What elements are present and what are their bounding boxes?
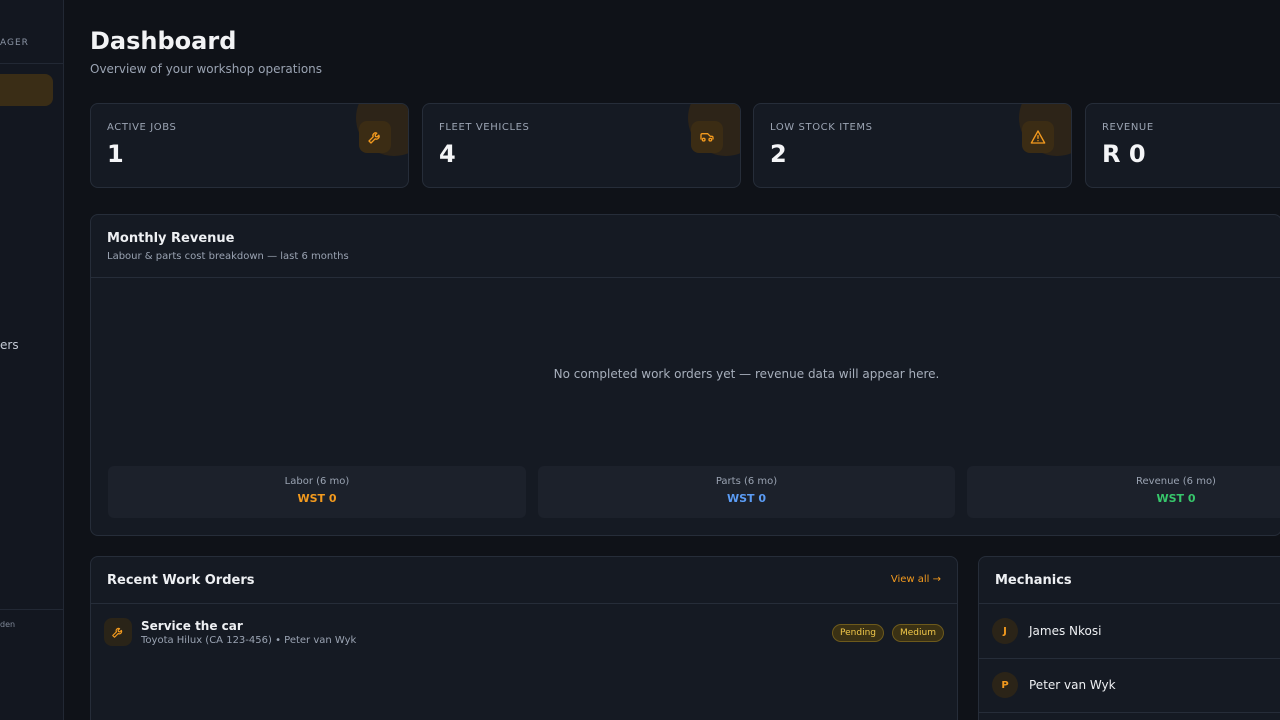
revenue-summary: Revenue (6 mo) WST 0: [967, 466, 1280, 518]
stat-card-active-jobs[interactable]: ACTIVE JOBS 1: [90, 103, 409, 188]
mechanics-title: Mechanics: [995, 573, 1072, 588]
recent-work-orders-title: Recent Work Orders: [107, 573, 255, 588]
warning-icon: [1022, 121, 1054, 153]
priority-badge: Medium: [892, 624, 944, 642]
mechanic-name: Peter van Wyk: [1029, 678, 1116, 692]
mechanic-row[interactable]: J James Nkosi: [979, 604, 1280, 658]
stat-label: LOW STOCK ITEMS: [770, 122, 873, 133]
mechanic-name: James Nkosi: [1029, 624, 1102, 638]
stat-label: REVENUE: [1102, 122, 1154, 133]
summary-label: Labor (6 mo): [284, 476, 350, 487]
sidebar-brand: AGER: [0, 38, 29, 48]
truck-icon: [691, 121, 723, 153]
parts-summary: Parts (6 mo) WST 0: [538, 466, 955, 518]
page-subtitle: Overview of your workshop operations: [90, 62, 323, 76]
page-title: Dashboard: [90, 27, 237, 55]
stat-card-fleet-vehicles[interactable]: FLEET VEHICLES 4: [422, 103, 741, 188]
monthly-revenue-title: Monthly Revenue: [107, 231, 235, 246]
stat-value: 1: [107, 140, 124, 168]
work-order-meta: Toyota Hilux (CA 123-456) • Peter van Wy…: [141, 635, 357, 646]
mechanic-row[interactable]: P Peter van Wyk: [979, 658, 1280, 712]
stat-value: R 0: [1102, 140, 1146, 168]
status-badge: Pending: [832, 624, 884, 642]
stat-value: 2: [770, 140, 787, 168]
wrench-icon: [359, 121, 391, 153]
avatar: J: [992, 618, 1018, 644]
sidebar-divider: [0, 609, 63, 610]
summary-label: Revenue (6 mo): [1136, 476, 1216, 487]
summary-value: WST 0: [1156, 492, 1196, 505]
recent-work-orders-card: Recent Work Orders View all → Service th…: [90, 556, 958, 720]
revenue-empty-message: No completed work orders yet — revenue d…: [553, 367, 940, 381]
summary-value: WST 0: [726, 492, 767, 505]
monthly-revenue-card: Monthly Revenue Labour & parts cost brea…: [90, 214, 1280, 536]
sidebar: AGER ers den: [0, 0, 64, 720]
work-order-title: Service the car: [141, 619, 243, 633]
stat-label: ACTIVE JOBS: [107, 122, 177, 133]
labor-summary: Labor (6 mo) WST 0: [108, 466, 526, 518]
summary-label: Parts (6 mo): [715, 476, 778, 487]
wrench-icon: [104, 618, 132, 646]
stat-label: FLEET VEHICLES: [439, 122, 530, 133]
stat-card-revenue[interactable]: REVENUE R 0: [1085, 103, 1280, 188]
stat-card-low-stock[interactable]: LOW STOCK ITEMS 2: [753, 103, 1072, 188]
avatar: P: [992, 672, 1018, 698]
sidebar-divider: [0, 63, 63, 64]
sidebar-footer: den: [0, 620, 16, 629]
summary-value: WST 0: [297, 492, 337, 505]
main-content: Dashboard Overview of your workshop oper…: [64, 0, 1280, 720]
sidebar-item-work-orders[interactable]: ers: [0, 338, 19, 352]
view-all-link[interactable]: View all →: [891, 574, 941, 585]
monthly-revenue-subtitle: Labour & parts cost breakdown — last 6 m…: [107, 251, 349, 262]
sidebar-item-dashboard[interactable]: [0, 74, 53, 106]
mechanics-card: Mechanics J James Nkosi P Peter van Wyk: [978, 556, 1280, 720]
stat-value: 4: [439, 140, 456, 168]
